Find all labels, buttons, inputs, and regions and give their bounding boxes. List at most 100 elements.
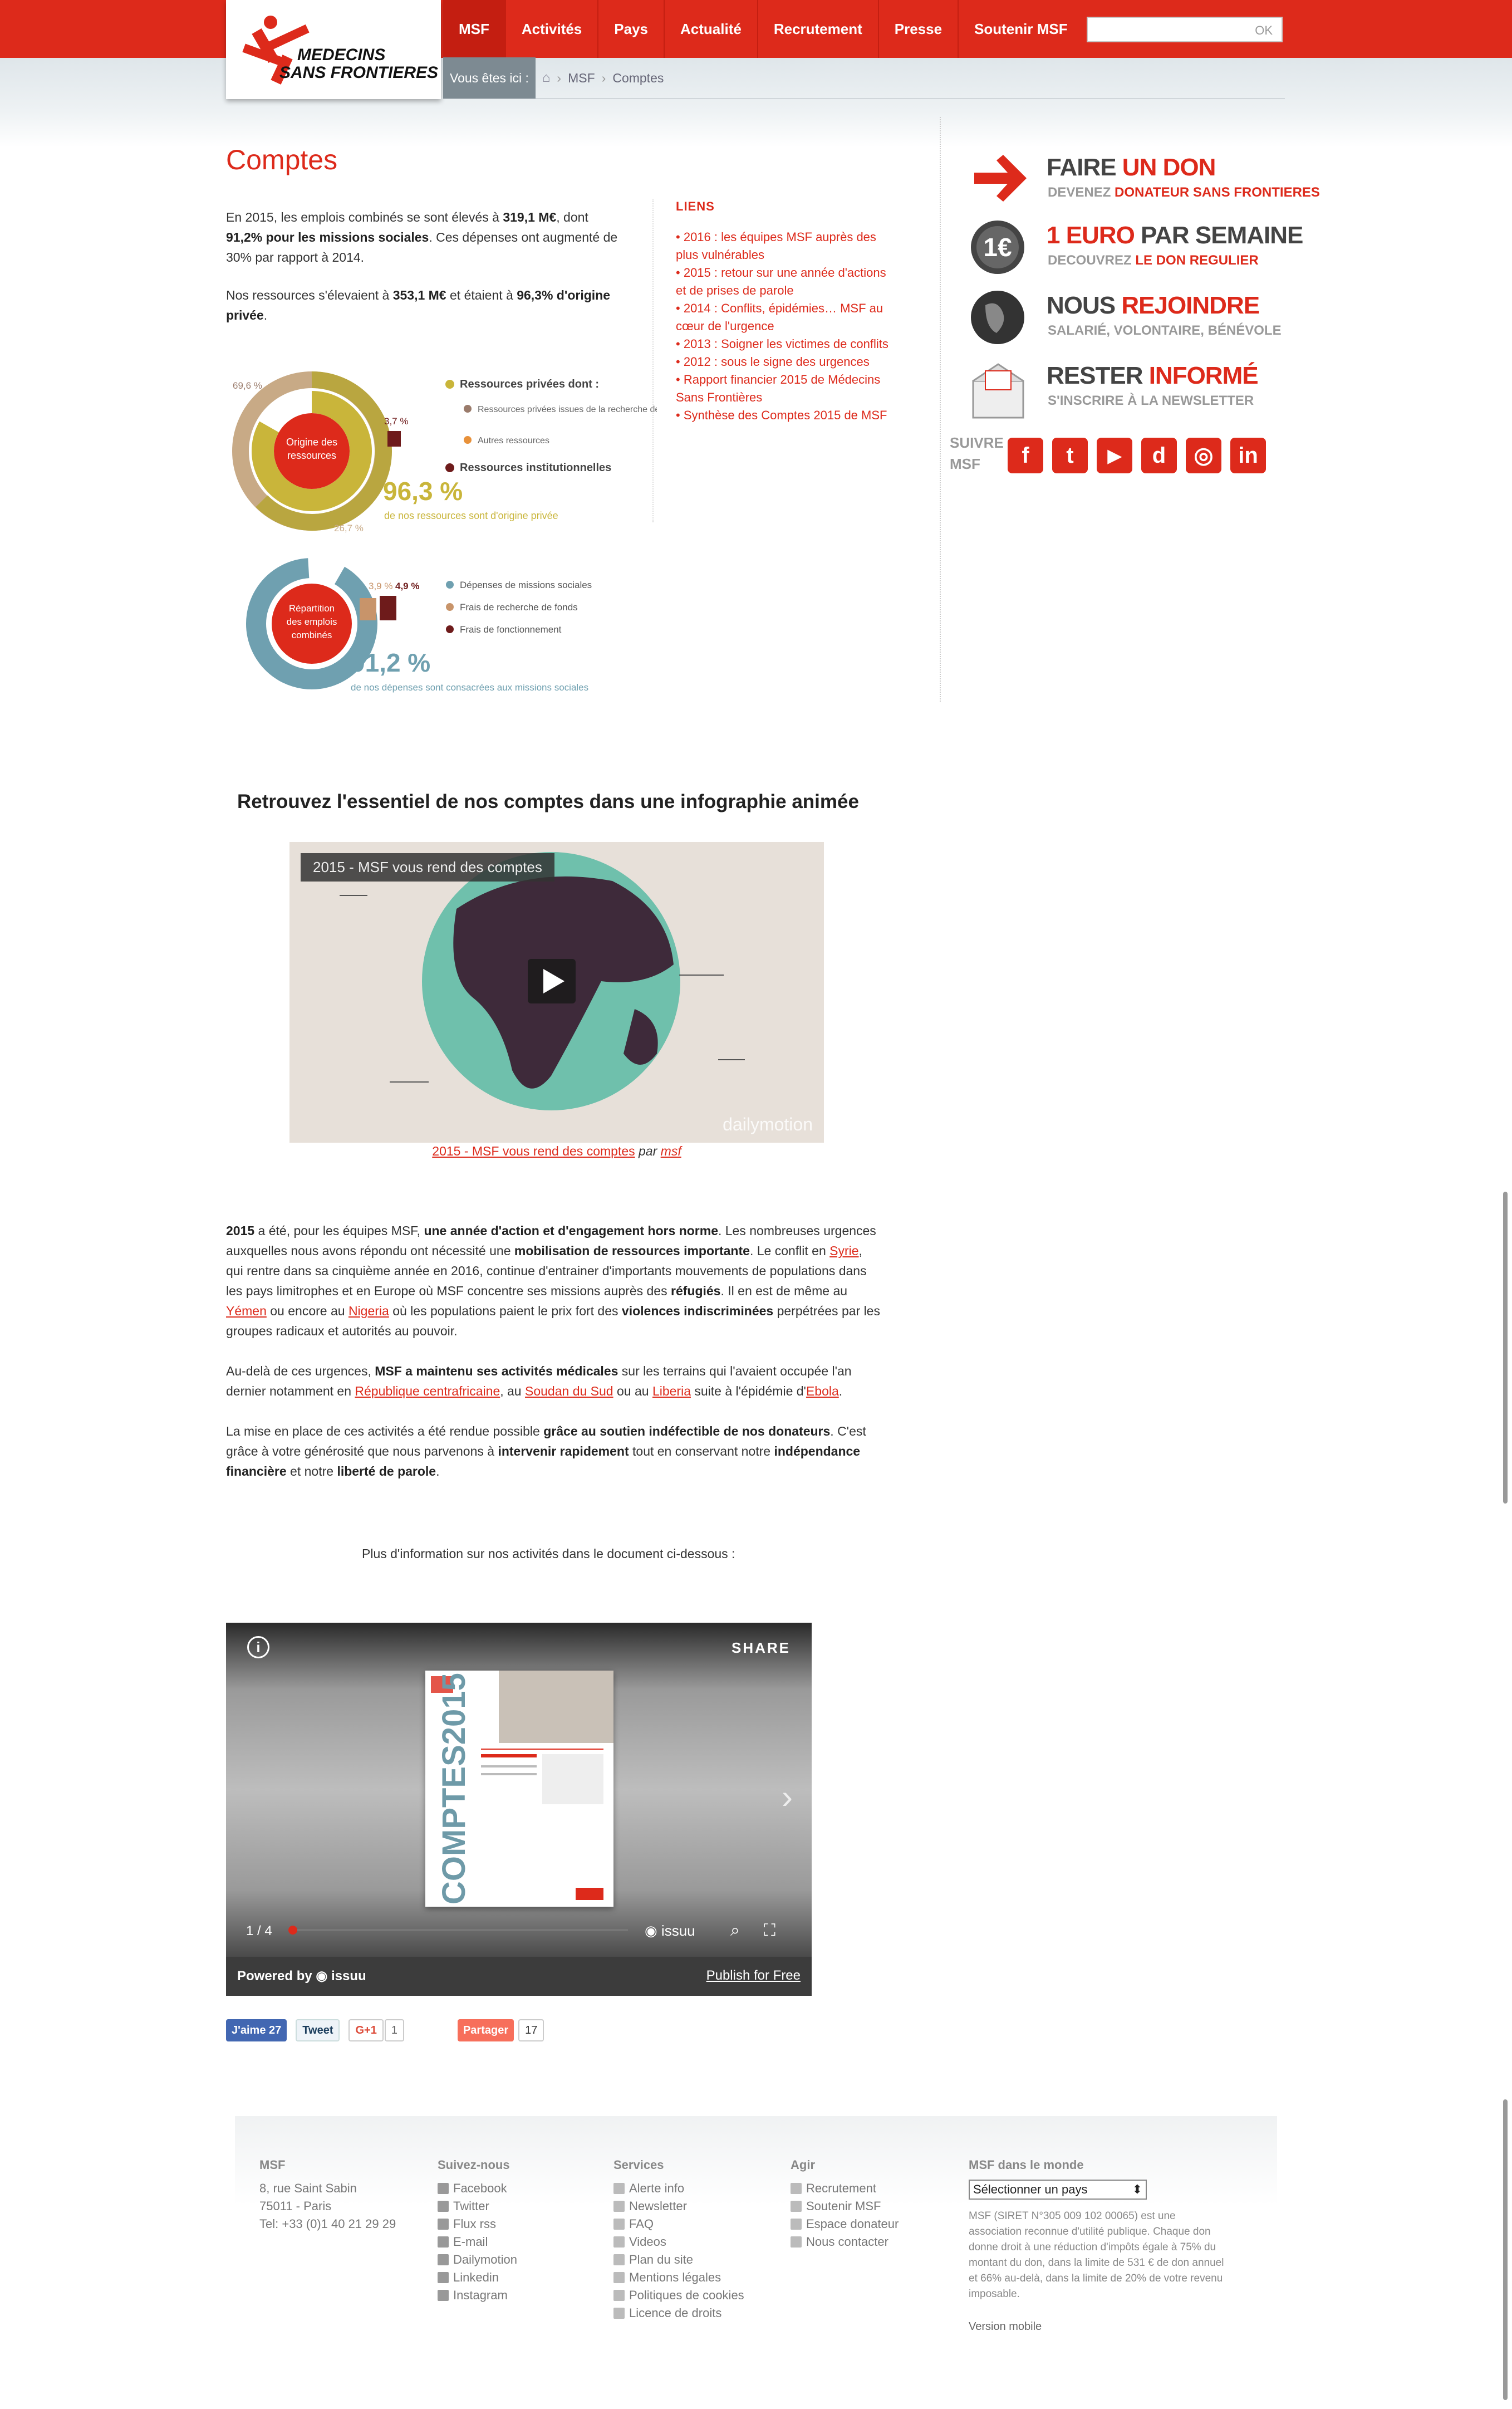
tweet-button[interactable]: Tweet: [296, 2019, 340, 2041]
country-link[interactable]: Syrie: [829, 1243, 858, 1258]
link-item[interactable]: • 2015 : retour sur une année d'actions …: [676, 264, 897, 300]
linkedin-icon[interactable]: in: [1230, 438, 1266, 473]
link-text[interactable]: Rapport financier 2015 de Médecins Sans …: [676, 373, 880, 404]
link-item[interactable]: • 2012 : sous le signe des urgences: [676, 353, 897, 371]
link-text[interactable]: 2016 : les équipes MSF auprès des plus v…: [676, 230, 876, 262]
link-item[interactable]: • Synthèse des Comptes 2015 de MSF: [676, 407, 897, 424]
footer-link[interactable]: Flux rss: [438, 2215, 517, 2233]
promo-donate[interactable]: FAIRE UN DON DEVENEZ DONATEUR SANS FRONT…: [969, 150, 1320, 217]
contact-icon: [791, 2236, 802, 2248]
video-player[interactable]: 2015 - MSF vous rend des comptes dailymo…: [289, 842, 824, 1143]
footer-link[interactable]: Twitter: [438, 2197, 517, 2215]
link-text[interactable]: Synthèse des Comptes 2015 de MSF: [684, 408, 887, 422]
footer-link[interactable]: Mentions légales: [613, 2269, 744, 2286]
link-item[interactable]: • Rapport financier 2015 de Médecins San…: [676, 371, 897, 407]
intro-paragraph-2: Nos ressources s'élevaient à 353,1 M€ et…: [226, 285, 627, 325]
country-link[interactable]: Liberia: [652, 1384, 691, 1398]
link-text[interactable]: 2015 : retour sur une année d'actions et…: [676, 266, 886, 297]
home-icon[interactable]: ⌂: [542, 70, 551, 86]
dailymotion-icon[interactable]: d: [1141, 438, 1177, 473]
youtube-icon[interactable]: ▶: [1097, 438, 1132, 473]
issuu-share-button[interactable]: SHARE: [732, 1639, 791, 1657]
promo-newsletter[interactable]: RESTER INFORMÉ S'INSCRIRE À LA NEWSLETTE…: [969, 359, 1280, 425]
document-cover[interactable]: COMPTES2015: [425, 1671, 613, 1907]
link-item[interactable]: • 2013 : Soigner les victimes de conflit…: [676, 335, 897, 353]
promo-join-sub: SALARIÉ, VOLONTAIRE, BÉNÉVOLE: [1048, 323, 1282, 338]
issuu-powered[interactable]: Powered by ◉ issuu: [237, 1968, 366, 1984]
promo-euro[interactable]: 1€ 1 EURO PAR SEMAINE DECOUVREZ LE DON R…: [969, 218, 1303, 285]
body-text: , au: [500, 1384, 525, 1398]
footer-link[interactable]: Facebook: [438, 2180, 517, 2197]
instagram-icon[interactable]: ◎: [1186, 438, 1221, 473]
link-text[interactable]: 2012 : sous le signe des urgences: [684, 355, 870, 369]
breadcrumb-msf[interactable]: MSF: [568, 71, 595, 86]
nav-pays[interactable]: Pays: [598, 0, 665, 58]
country-link[interactable]: Soudan du Sud: [525, 1384, 613, 1398]
footer-link[interactable]: Nous contacter: [791, 2233, 899, 2251]
country-select[interactable]: Sélectionner un pays ⬍: [969, 2180, 1147, 2200]
mobile-version-link[interactable]: Version mobile: [969, 2318, 1225, 2335]
search-ok-button[interactable]: OK: [1255, 23, 1273, 38]
dailymotion-logo[interactable]: dailymotion: [723, 1114, 813, 1135]
breadcrumb-label: Vous êtes ici :: [443, 57, 536, 99]
fullscreen-icon[interactable]: ⛶: [764, 1921, 775, 1940]
video-caption-link[interactable]: 2015 - MSF vous rend des comptes: [432, 1144, 635, 1158]
publish-link[interactable]: Publish for Free: [706, 1968, 801, 1984]
info-icon[interactable]: i: [247, 1636, 269, 1658]
issuu-logo[interactable]: ◉ issuu: [645, 1922, 695, 1940]
nav-recrutement[interactable]: Recrutement: [758, 0, 879, 58]
footer-link[interactable]: Politiques de cookies: [613, 2286, 744, 2304]
footer-link[interactable]: Dailymotion: [438, 2251, 517, 2269]
column-divider: [940, 117, 941, 702]
video-title[interactable]: 2015 - MSF vous rend des comptes: [301, 853, 554, 882]
search-input[interactable]: [1088, 18, 1244, 41]
twitter-icon[interactable]: t: [1052, 438, 1088, 473]
link-text[interactable]: 2013 : Soigner les victimes de conflits: [684, 337, 888, 351]
footer-link[interactable]: Videos: [613, 2233, 744, 2251]
footer-link[interactable]: Alerte info: [613, 2180, 744, 2197]
scrollbar[interactable]: [1503, 2099, 1508, 2400]
google-plus-button[interactable]: G+1: [348, 2019, 384, 2041]
promo-join-title: NOUS REJOINDRE: [1047, 292, 1260, 319]
scrollbar[interactable]: [1503, 1192, 1508, 1504]
body-text: Au-delà de ces urgences,: [226, 1364, 375, 1378]
body-text: . Il en est de même au: [720, 1284, 848, 1298]
footer-link[interactable]: Plan du site: [613, 2251, 744, 2269]
footer-link[interactable]: Soutenir MSF: [791, 2197, 899, 2215]
link-item[interactable]: • 2016 : les équipes MSF auprès des plus…: [676, 228, 897, 264]
page-progress-handle[interactable]: [288, 1926, 297, 1935]
share-button[interactable]: Partager: [457, 2019, 514, 2041]
nav-presse[interactable]: Presse: [879, 0, 959, 58]
issuu-embed[interactable]: i SHARE COMPTES2015 › 1 / 4 ◉ issuu ⌕ ⛶ …: [226, 1623, 812, 1996]
country-link[interactable]: Nigeria: [348, 1304, 389, 1318]
country-link[interactable]: Ebola: [806, 1384, 839, 1398]
page-progress-track[interactable]: [288, 1929, 628, 1931]
footer-link[interactable]: E-mail: [438, 2233, 517, 2251]
nav-activites[interactable]: Activités: [506, 0, 599, 58]
nav-soutenir[interactable]: Soutenir MSF: [959, 0, 1083, 58]
footer-link[interactable]: Linkedin: [438, 2269, 517, 2286]
country-link[interactable]: République centrafricaine: [355, 1384, 500, 1398]
footer-link[interactable]: Espace donateur: [791, 2215, 899, 2233]
footer-link[interactable]: Licence de droits: [613, 2304, 744, 2322]
footer-link[interactable]: FAQ: [613, 2215, 744, 2233]
links-list: • 2016 : les équipes MSF auprès des plus…: [676, 228, 897, 424]
country-link[interactable]: Yémen: [226, 1304, 267, 1318]
footer-link[interactable]: Recrutement: [791, 2180, 899, 2197]
facebook-icon[interactable]: f: [1008, 438, 1043, 473]
nav-msf[interactable]: MSF: [443, 0, 506, 58]
video-user-link[interactable]: msf: [661, 1144, 681, 1158]
bold-text: réfugiés: [671, 1284, 721, 1298]
facebook-like-button[interactable]: J'aime 27: [226, 2019, 287, 2041]
msf-logo[interactable]: MEDECINS SANS FRONTIERES: [226, 0, 441, 99]
zoom-icon[interactable]: ⌕: [730, 1921, 740, 1940]
link-item[interactable]: • 2014 : Conflits, épidémies… MSF au cœu…: [676, 300, 897, 335]
footer-msf: MSF 8, rue Saint Sabin 75011 - Paris Tel…: [259, 2156, 396, 2233]
footer-link[interactable]: Newsletter: [613, 2197, 744, 2215]
envelope-icon: [972, 363, 1024, 419]
link-text[interactable]: 2014 : Conflits, épidémies… MSF au cœur …: [676, 301, 883, 333]
promo-join[interactable]: NOUS REJOINDRE SALARIÉ, VOLONTAIRE, BÉNÉ…: [969, 288, 1282, 355]
nav-actualite[interactable]: Actualité: [665, 0, 758, 58]
next-page-icon[interactable]: ›: [782, 1778, 793, 1816]
footer-link[interactable]: Instagram: [438, 2286, 517, 2304]
